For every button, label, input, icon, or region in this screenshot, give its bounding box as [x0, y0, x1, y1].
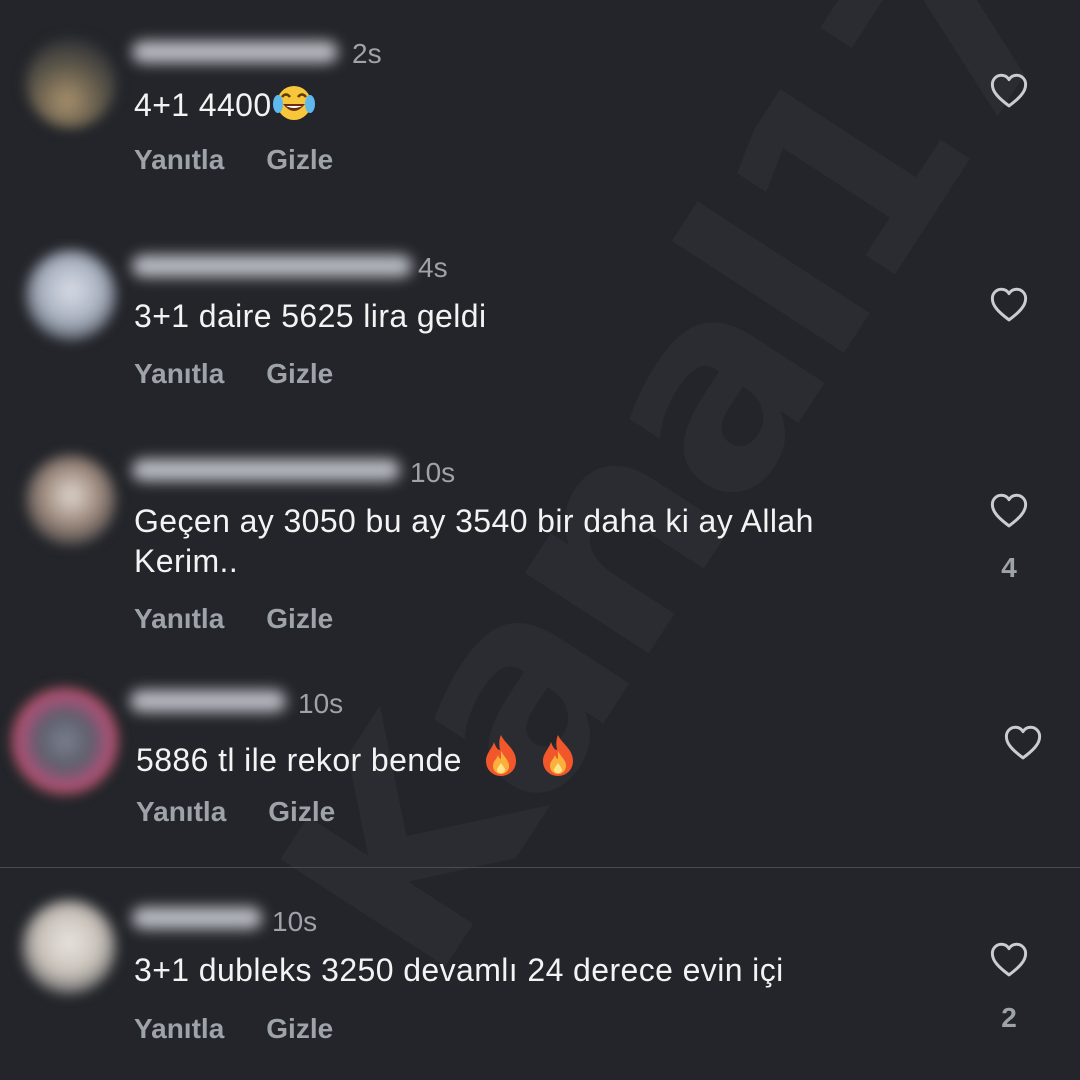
comment-actions: Yanıtla Gizle	[134, 602, 333, 636]
reply-button[interactable]: Yanıtla	[134, 357, 224, 391]
watermark: Kanal17	[221, 0, 1038, 992]
comment-time: 10s	[298, 688, 344, 719]
fire-emoji-icon	[538, 733, 578, 786]
reply-button[interactable]: Yanıtla	[134, 143, 224, 177]
reply-button[interactable]: Yanıtla	[134, 1012, 224, 1046]
fire-emoji-icon	[481, 733, 521, 786]
heart-icon[interactable]	[988, 70, 1030, 112]
comment-actions: Yanıtla Gizle	[134, 357, 333, 391]
comments-screen: Kanal17 2s 4+1 4400 Yanıtla Gizle	[0, 0, 1080, 1080]
avatar[interactable]	[12, 688, 118, 794]
comment-time: 2s	[352, 38, 382, 69]
heart-icon[interactable]	[988, 490, 1030, 532]
like-count: 2	[1001, 1002, 1017, 1033]
comment-text-content: 5886 tl ile rekor bende	[136, 742, 462, 778]
avatar[interactable]	[22, 900, 116, 994]
heart-icon[interactable]	[1002, 722, 1044, 764]
laughing-emoji-icon	[272, 82, 316, 131]
comment-actions: Yanıtla Gizle	[134, 143, 333, 177]
hide-button[interactable]: Gizle	[266, 1012, 333, 1046]
comment-text: 3+1 daire 5625 lira geldi	[134, 296, 934, 336]
comment-actions: Yanıtla Gizle	[134, 1012, 333, 1046]
hide-button[interactable]: Gizle	[266, 143, 333, 177]
comment-text: Geçen ay 3050 bu ay 3540 bir daha ki ay …	[134, 501, 914, 581]
comment-text-content: 4+1 4400	[134, 87, 272, 123]
hide-button[interactable]: Gizle	[268, 795, 335, 829]
username-blurred[interactable]	[132, 41, 338, 63]
hide-button[interactable]: Gizle	[266, 357, 333, 391]
comment-text: 4+1 4400	[134, 82, 934, 131]
comment-time: 4s	[418, 252, 448, 283]
reply-button[interactable]: Yanıtla	[136, 795, 226, 829]
comment-text: 3+1 dubleks 3250 devamlı 24 derece evin …	[134, 950, 934, 990]
avatar[interactable]	[26, 455, 116, 545]
comment-time: 10s	[272, 906, 318, 937]
hide-button[interactable]: Gizle	[266, 602, 333, 636]
comment-text-content: Geçen ay 3050 bu ay 3540 bir daha ki ay …	[134, 503, 814, 579]
reply-button[interactable]: Yanıtla	[134, 602, 224, 636]
avatar[interactable]	[26, 250, 116, 340]
username-blurred[interactable]	[132, 459, 400, 481]
divider	[0, 867, 1080, 868]
comment-actions: Yanıtla Gizle	[136, 795, 335, 829]
comment-text: 5886 tl ile rekor bende	[136, 733, 936, 786]
like-count: 4	[1001, 552, 1017, 583]
comment-text-content: 3+1 daire 5625 lira geldi	[134, 298, 487, 334]
avatar[interactable]	[26, 38, 116, 128]
username-blurred[interactable]	[132, 907, 262, 929]
username-blurred[interactable]	[132, 255, 412, 277]
comment-text-content: 3+1 dubleks 3250 devamlı 24 derece evin …	[134, 952, 784, 988]
username-blurred[interactable]	[130, 690, 286, 712]
heart-icon[interactable]	[988, 284, 1030, 326]
comment-time: 10s	[410, 457, 456, 488]
heart-icon[interactable]	[988, 939, 1030, 981]
